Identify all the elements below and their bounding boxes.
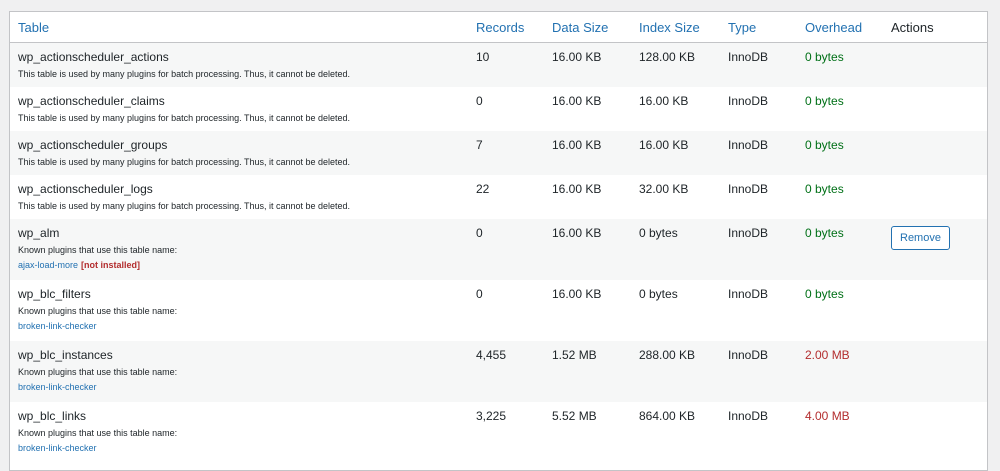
data-size-cell: 16.00 KB: [552, 137, 602, 152]
table-name-cell: wp_actionscheduler_groups This table is …: [10, 131, 468, 175]
actions-cell: [883, 402, 987, 463]
plugin-link[interactable]: broken-link-checker: [18, 443, 97, 453]
index-size-cell: 0 bytes: [639, 225, 678, 240]
table-name-cell: wp_blc_links Known plugins that use this…: [10, 402, 468, 463]
table-description: This table is used by many plugins for b…: [18, 112, 351, 123]
column-header-actions: Actions: [883, 12, 987, 43]
records-cell: 10: [476, 50, 490, 64]
table-description: Known plugins that use this table name:: [18, 305, 178, 316]
table-row: wp_blc_filters Known plugins that use th…: [10, 280, 987, 341]
table-name: wp_actionscheduler_logs: [18, 181, 153, 196]
table-name-cell: wp_blc_instances Known plugins that use …: [10, 341, 468, 402]
table-row: wp_blc_instances Known plugins that use …: [10, 340, 987, 402]
table-name: wp_blc_links: [18, 408, 87, 423]
type-cell: InnoDB: [728, 225, 769, 240]
table-description: Known plugins that use this table name:: [18, 244, 178, 255]
column-header-records[interactable]: Records: [468, 12, 544, 43]
database-tables: Table Records Data Size Index Size Type …: [10, 12, 987, 463]
records-cell: 3,225: [476, 408, 507, 423]
table-row: wp_actionscheduler_logs This table is us…: [10, 175, 987, 219]
table-name-cell: wp_actionscheduler_actions This table is…: [10, 43, 468, 87]
actions-cell: Remove: [883, 219, 987, 280]
table-name: wp_alm: [18, 225, 60, 240]
table-row: wp_actionscheduler_claims This table is …: [10, 87, 987, 131]
column-header-overhead[interactable]: Overhead: [797, 12, 883, 43]
actions-cell: [883, 175, 987, 219]
plugin-status-badge: [not installed]: [81, 259, 141, 270]
records-cell: 22: [476, 181, 490, 196]
table-description: This table is used by many plugins for b…: [18, 69, 351, 79]
type-cell: InnoDB: [728, 93, 769, 108]
table-description: This table is used by many plugins for b…: [18, 200, 351, 211]
column-header-table[interactable]: Table: [10, 12, 468, 43]
table-name-cell: wp_blc_filters Known plugins that use th…: [10, 280, 468, 341]
data-size-cell: 16.00 KB: [552, 181, 602, 196]
overhead-cell: 0 bytes: [805, 286, 844, 301]
type-cell: InnoDB: [728, 50, 769, 64]
actions-cell: [883, 131, 987, 175]
actions-cell: [883, 43, 987, 87]
records-cell: 7: [476, 137, 483, 152]
remove-button[interactable]: Remove: [891, 225, 950, 250]
overhead-cell: 0 bytes: [805, 225, 844, 240]
overhead-cell: 0 bytes: [805, 93, 844, 108]
data-size-cell: 5.52 MB: [552, 408, 597, 423]
overhead-cell: 0 bytes: [805, 137, 844, 152]
actions-cell: [883, 280, 987, 341]
type-cell: InnoDB: [728, 408, 769, 423]
index-size-cell: 16.00 KB: [639, 93, 689, 108]
table-name: wp_actionscheduler_groups: [18, 137, 168, 152]
column-header-type[interactable]: Type: [720, 12, 797, 43]
table-name: wp_blc_filters: [18, 286, 91, 301]
database-tables-panel: Table Records Data Size Index Size Type …: [9, 11, 988, 471]
type-cell: InnoDB: [728, 137, 769, 152]
table-name: wp_blc_instances: [18, 347, 113, 362]
index-size-cell: 128.00 KB: [639, 50, 696, 64]
plugin-link[interactable]: ajax-load-more: [18, 260, 78, 270]
table-name: wp_actionscheduler_actions: [18, 50, 169, 64]
index-size-cell: 32.00 KB: [639, 181, 689, 196]
table-name: wp_actionscheduler_claims: [18, 93, 165, 108]
table-description: This table is used by many plugins for b…: [18, 156, 351, 167]
column-header-data-size[interactable]: Data Size: [544, 12, 631, 43]
index-size-cell: 0 bytes: [639, 286, 678, 301]
actions-cell: [883, 341, 987, 402]
table-row: wp_alm Known plugins that use this table…: [10, 218, 987, 280]
overhead-cell: 4.00 MB: [805, 408, 850, 423]
data-size-cell: 16.00 KB: [552, 93, 602, 108]
table-header-row: Table Records Data Size Index Size Type …: [10, 12, 987, 43]
table-name-cell: wp_actionscheduler_claims This table is …: [10, 87, 468, 131]
overhead-cell: 2.00 MB: [805, 347, 850, 362]
data-size-cell: 16.00 KB: [552, 50, 602, 64]
type-cell: InnoDB: [728, 347, 769, 362]
table-row: wp_actionscheduler_groups This table is …: [10, 130, 987, 175]
records-cell: 0: [476, 286, 483, 301]
plugin-link[interactable]: broken-link-checker: [18, 382, 97, 392]
plugin-link[interactable]: broken-link-checker: [18, 321, 97, 331]
data-size-cell: 16.00 KB: [552, 225, 602, 240]
type-cell: InnoDB: [728, 286, 769, 301]
data-size-cell: 16.00 KB: [552, 286, 602, 301]
overhead-cell: 0 bytes: [805, 181, 844, 196]
column-header-index-size[interactable]: Index Size: [631, 12, 720, 43]
records-cell: 4,455: [476, 347, 507, 362]
table-row: wp_actionscheduler_actions This table is…: [10, 42, 987, 87]
table-name-cell: wp_actionscheduler_logs This table is us…: [10, 175, 468, 219]
records-cell: 0: [476, 225, 483, 240]
overhead-cell: 0 bytes: [805, 50, 844, 64]
table-row: wp_blc_links Known plugins that use this…: [10, 402, 987, 463]
table-description: Known plugins that use this table name:: [18, 366, 178, 377]
table-description: Known plugins that use this table name:: [18, 427, 178, 438]
type-cell: InnoDB: [728, 181, 769, 196]
index-size-cell: 16.00 KB: [639, 137, 689, 152]
index-size-cell: 288.00 KB: [639, 347, 696, 362]
table-name-cell: wp_alm Known plugins that use this table…: [10, 219, 468, 280]
actions-cell: [883, 87, 987, 131]
index-size-cell: 864.00 KB: [639, 408, 696, 423]
records-cell: 0: [476, 93, 483, 108]
data-size-cell: 1.52 MB: [552, 347, 597, 362]
